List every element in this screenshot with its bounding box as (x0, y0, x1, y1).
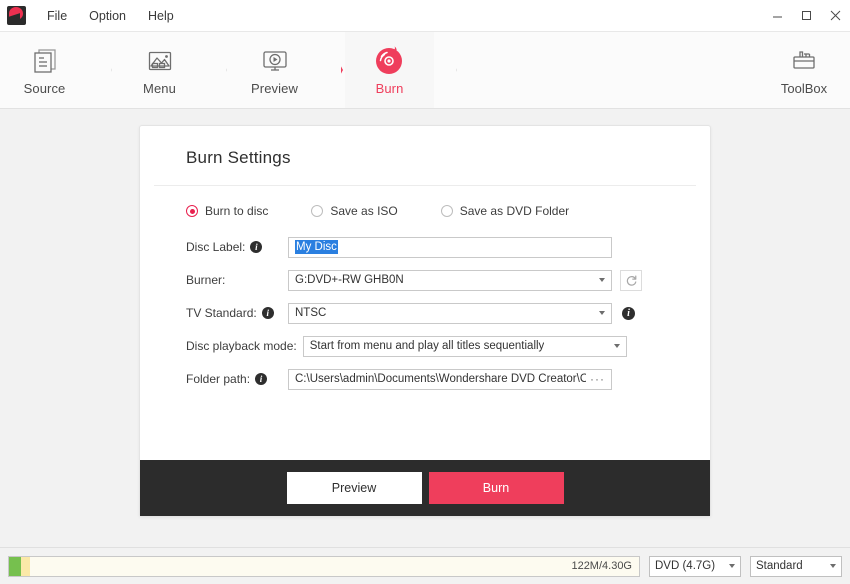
radio-save-as-dvd-folder-indicator[interactable] (441, 205, 453, 217)
folder-path-row: Folder path: i C:\Users\admin\Documents\… (186, 368, 710, 390)
info-icon-tv-standard[interactable]: i (262, 307, 274, 319)
radio-save-as-iso[interactable]: Save as ISO (311, 204, 397, 218)
menu-item-help[interactable]: Help (137, 5, 185, 27)
menu-item-option[interactable]: Option (78, 5, 137, 27)
capacity-text: 122M/4.30G (571, 560, 632, 572)
minimize-icon[interactable] (763, 0, 792, 31)
monitor-play-icon (260, 44, 290, 76)
refresh-burner-button[interactable] (620, 270, 642, 291)
chevron-down-icon-playback-mode (614, 344, 620, 348)
step-list: Source Menu (0, 32, 460, 108)
step-divider-3-active (319, 32, 345, 108)
capacity-overhead-segment (21, 557, 30, 576)
burner-value: G:DVD+-RW GHB0N (295, 274, 404, 286)
preview-button[interactable]: Preview (287, 472, 422, 504)
radio-save-as-iso-indicator[interactable] (311, 205, 323, 217)
menu-item-file[interactable]: File (36, 5, 78, 27)
refresh-icon (625, 274, 638, 287)
info-icon-folder-path[interactable]: i (255, 373, 267, 385)
playback-mode-select[interactable]: Start from menu and play all titles sequ… (303, 336, 627, 357)
folder-path-label-text: Folder path: (186, 372, 250, 386)
chevron-down-icon-tv-standard (599, 311, 605, 315)
radio-save-as-dvd-folder[interactable]: Save as DVD Folder (441, 204, 569, 218)
burner-select[interactable]: G:DVD+-RW GHB0N (288, 270, 612, 291)
radio-burn-to-disc-label: Burn to disc (205, 204, 268, 218)
playback-mode-label-text: Disc playback mode: (186, 339, 297, 353)
disc-type-value: DVD (4.7G) (655, 560, 715, 572)
radio-save-as-dvd-folder-label: Save as DVD Folder (460, 204, 569, 218)
burn-button[interactable]: Burn (429, 472, 564, 504)
playback-mode-field-label: Disc playback mode: (186, 339, 297, 353)
tv-standard-label-text: TV Standard: (186, 306, 257, 320)
menu-bar: File Option Help (36, 5, 185, 27)
info-icon-tv-standard-trailing[interactable]: i (622, 307, 635, 320)
page-title: Burn Settings (140, 126, 710, 168)
app-logo-icon (7, 6, 26, 25)
title-bar: File Option Help (0, 0, 850, 32)
capacity-used-segment (9, 557, 21, 576)
tv-standard-select[interactable]: NTSC (288, 303, 612, 324)
tv-standard-row: TV Standard: i NTSC i (186, 302, 710, 324)
folder-path-field-label: Folder path: i (186, 372, 288, 386)
burning-disc-icon (372, 44, 408, 76)
toolbox-icon (789, 44, 819, 76)
maximize-icon[interactable] (792, 0, 821, 31)
folder-path-input[interactable]: C:\Users\admin\Documents\Wondershare DVD… (288, 369, 612, 390)
browse-folder-button[interactable]: ··· (590, 372, 605, 386)
step-preview[interactable]: Preview (230, 32, 319, 108)
tv-standard-value: NTSC (295, 307, 326, 319)
chevron-down-icon-burner (599, 278, 605, 282)
step-source[interactable]: Source (0, 32, 89, 108)
chevron-down-icon-quality (830, 564, 836, 568)
folder-path-value: C:\Users\admin\Documents\Wondershare DVD… (295, 373, 586, 385)
quality-value: Standard (756, 560, 803, 572)
disc-label-text: Disc Label: (186, 240, 245, 254)
window-controls (763, 0, 850, 31)
burner-label-text: Burner: (186, 273, 225, 287)
disc-label-field-label: Disc Label: i (186, 240, 288, 254)
info-icon-disc-label[interactable]: i (250, 241, 262, 253)
radio-burn-to-disc-indicator[interactable] (186, 205, 198, 217)
card-action-bar: Preview Burn (140, 460, 710, 516)
chevron-down-icon-disc-type (729, 564, 735, 568)
quality-select[interactable]: Standard (750, 556, 842, 577)
disc-label-value: My Disc (295, 240, 338, 254)
step-burn[interactable]: Burn (345, 32, 434, 108)
image-icon (145, 44, 175, 76)
step-navigation-bar: Source Menu (0, 32, 850, 109)
playback-mode-value: Start from menu and play all titles sequ… (310, 340, 545, 352)
step-menu[interactable]: Menu (115, 32, 204, 108)
burn-settings-card: Burn Settings Burn to disc Save as ISO S… (139, 125, 711, 517)
radio-save-as-iso-label: Save as ISO (330, 204, 397, 218)
step-divider-2 (204, 32, 230, 108)
step-divider-4 (434, 32, 460, 108)
step-burn-label: Burn (376, 81, 404, 96)
disc-label-row: Disc Label: i My Disc (186, 236, 710, 258)
close-icon[interactable] (821, 0, 850, 31)
step-menu-label: Menu (143, 81, 176, 96)
output-mode-group: Burn to disc Save as ISO Save as DVD Fol… (186, 204, 710, 218)
disc-label-input[interactable]: My Disc (288, 237, 612, 258)
disc-type-select[interactable]: DVD (4.7G) (649, 556, 741, 577)
step-source-label: Source (24, 81, 66, 96)
main-content: Burn Settings Burn to disc Save as ISO S… (0, 109, 850, 547)
toolbox-label: ToolBox (781, 81, 827, 96)
settings-form: Burn to disc Save as ISO Save as DVD Fol… (140, 186, 710, 460)
toolbox-button[interactable]: ToolBox (758, 32, 850, 108)
burner-field-label: Burner: (186, 273, 288, 287)
documents-icon (30, 44, 60, 76)
playback-mode-row: Disc playback mode: Start from menu and … (186, 335, 710, 357)
status-bar: 122M/4.30G DVD (4.7G) Standard (0, 547, 850, 584)
burner-row: Burner: G:DVD+-RW GHB0N (186, 269, 710, 291)
step-divider-1 (89, 32, 115, 108)
tv-standard-field-label: TV Standard: i (186, 306, 288, 320)
disc-capacity-bar: 122M/4.30G (8, 556, 640, 577)
radio-burn-to-disc[interactable]: Burn to disc (186, 204, 268, 218)
step-preview-label: Preview (251, 81, 298, 96)
